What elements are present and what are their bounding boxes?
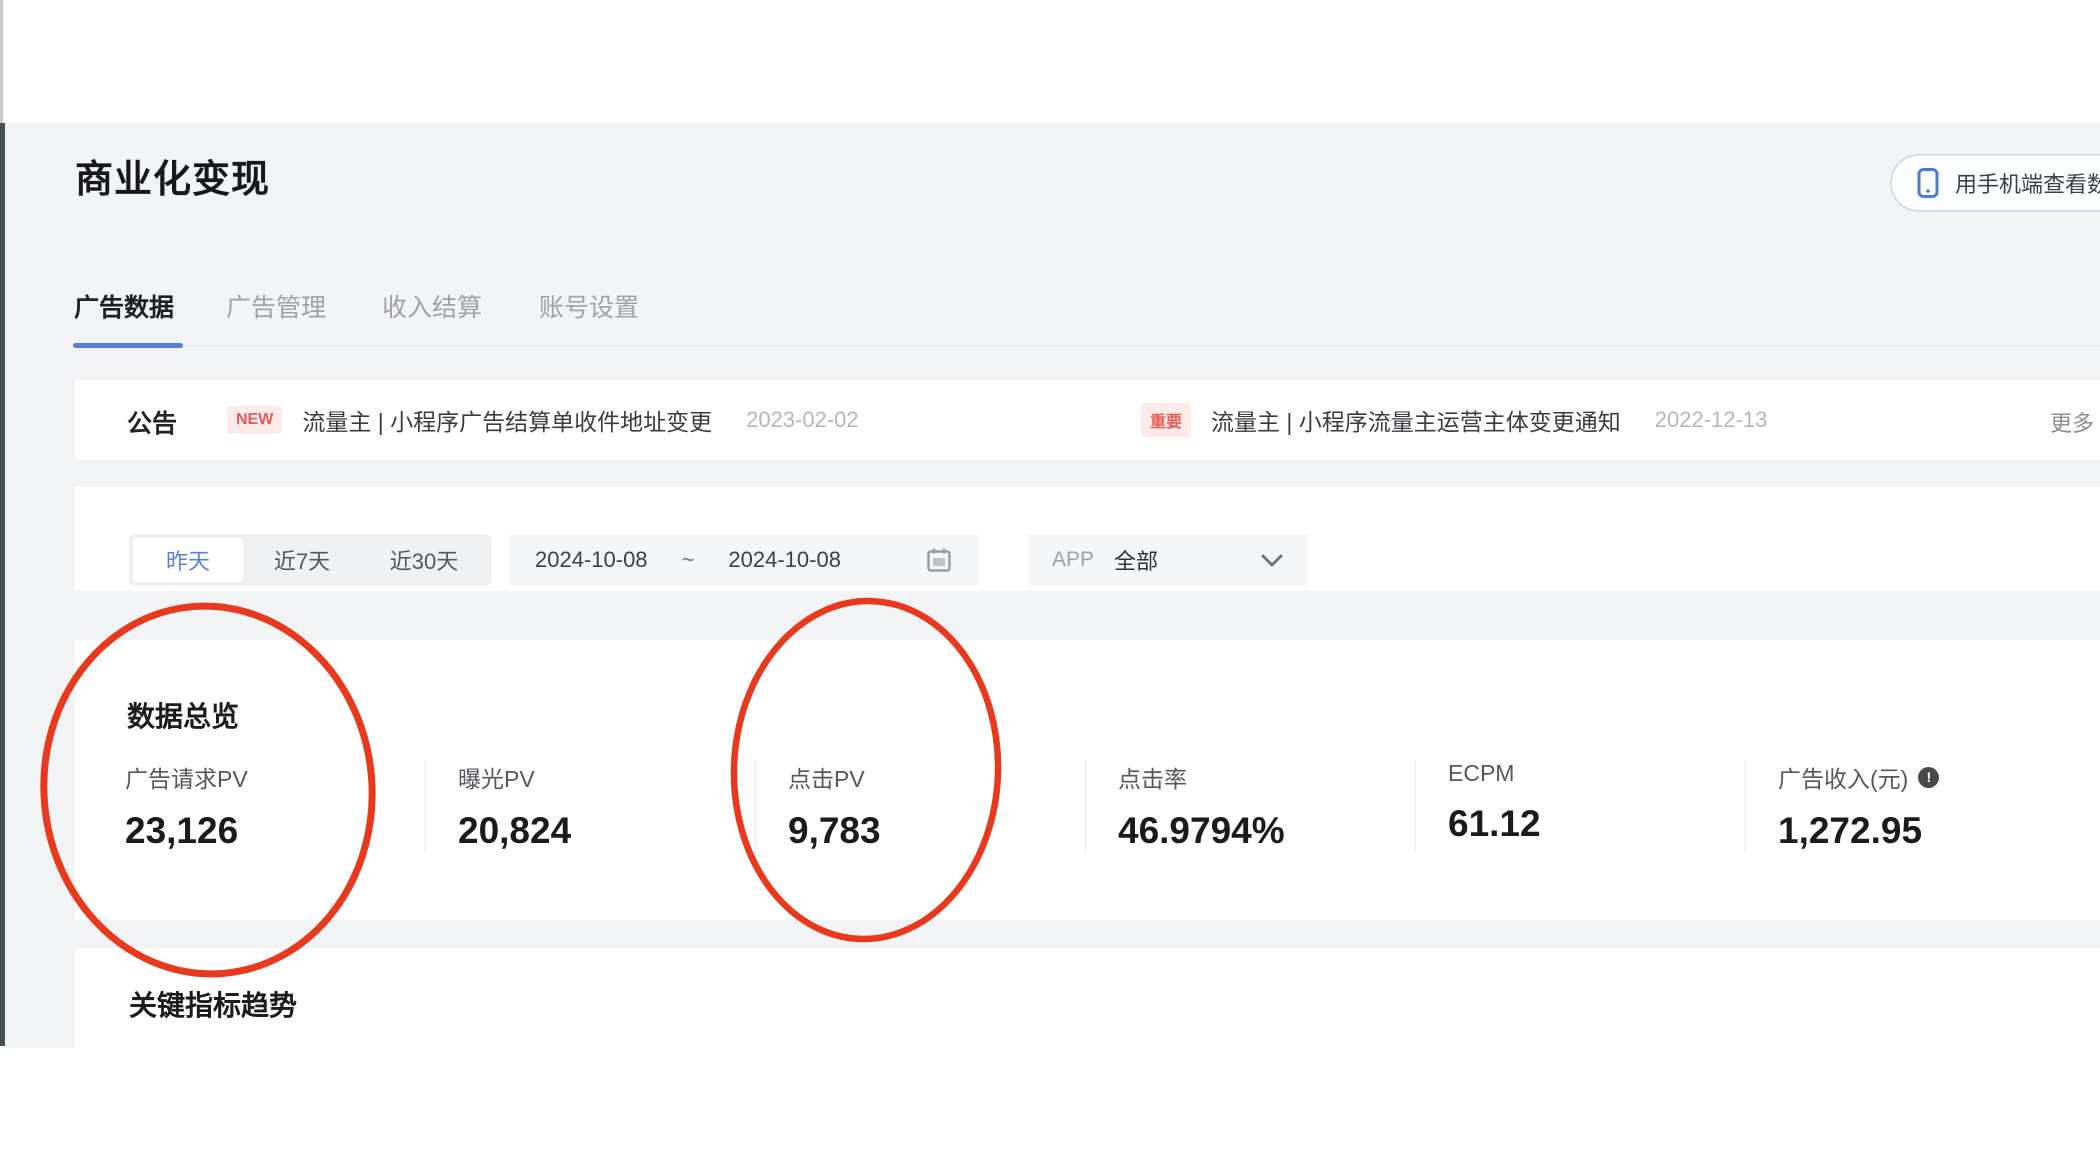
calendar-icon[interactable] xyxy=(925,546,953,574)
metric-label: 点击PV xyxy=(788,766,865,792)
metric-label-wrap: 广告收入(元) xyxy=(1778,760,2075,794)
quick-range-7-days[interactable]: 近7天 xyxy=(243,538,361,582)
metric-ad-request-pv: 广告请求PV 23,126 xyxy=(125,760,425,852)
window-left-edge xyxy=(0,0,3,123)
metric-label: 曝光PV xyxy=(458,766,535,792)
tab-ad-data[interactable]: 广告数据 xyxy=(74,288,174,324)
metric-label: 广告收入(元) xyxy=(1778,766,1909,792)
tab-bar: 广告数据 广告管理 收入结算 账号设置 xyxy=(0,288,2100,348)
date-range-picker[interactable]: 2024-10-08 ~ 2024-10-08 xyxy=(509,534,979,586)
app-filter-label: APP xyxy=(1052,548,1095,571)
metric-exposure-pv: 曝光PV 20,824 xyxy=(425,760,755,852)
tab-bar-divider xyxy=(75,345,2100,346)
info-icon[interactable] xyxy=(1918,766,1940,788)
metric-value: 20,824 xyxy=(458,810,572,851)
more-announcements-link[interactable]: 更多 xyxy=(2050,406,2094,438)
metric-click-rate: 点击率 46.9794% xyxy=(1085,760,1415,852)
mobile-phone-icon xyxy=(1916,167,1940,199)
key-metric-trend-title: 关键指标趋势 xyxy=(129,990,298,1021)
metric-value: 61.12 xyxy=(1448,803,1541,844)
metric-click-pv: 点击PV 9,783 xyxy=(755,760,1085,852)
tab-revenue-settlement[interactable]: 收入结算 xyxy=(382,288,482,324)
metric-label: ECPM xyxy=(1448,760,1515,786)
date-range-start: 2024-10-08 xyxy=(535,547,648,572)
metric-value: 23,126 xyxy=(125,810,239,851)
page-title: 商业化变现 xyxy=(75,159,271,201)
metric-value: 1,272.95 xyxy=(1778,810,1923,851)
active-tab-underline xyxy=(73,343,183,348)
announcement-link[interactable]: 流量主 | 小程序广告结算单收件地址变更 xyxy=(302,403,712,437)
metric-label: 广告请求PV xyxy=(125,766,248,792)
announcement-date: 2023-02-02 xyxy=(746,407,859,432)
quick-range-yesterday[interactable]: 昨天 xyxy=(133,538,243,582)
announcement-date: 2022-12-13 xyxy=(1654,407,1768,432)
view-on-mobile-label: 用手机端查看数 xyxy=(1955,172,2100,197)
filter-card: 昨天 近7天 近30天 2024-10-08 ~ 2024-10-08 APP … xyxy=(75,487,2100,591)
tab-ad-management[interactable]: 广告管理 xyxy=(226,288,326,324)
date-range-end: 2024-10-08 xyxy=(728,547,841,572)
metric-value: 9,783 xyxy=(788,810,881,851)
announcement-section-label: 公告 xyxy=(127,410,178,438)
announcement-card: 公告 NEW 流量主 | 小程序广告结算单收件地址变更 2023-02-02 重… xyxy=(75,380,2100,460)
app-filter-dropdown[interactable]: APP 全部 xyxy=(1028,534,1308,586)
key-metric-trend-card: 关键指标趋势 xyxy=(75,948,2100,1156)
chevron-down-icon xyxy=(1260,553,1284,568)
tab-account-settings[interactable]: 账号设置 xyxy=(539,288,639,324)
announcement-link[interactable]: 流量主 | 小程序流量主运营主体变更通知 xyxy=(1211,403,1621,437)
data-overview-title: 数据总览 xyxy=(127,701,240,732)
quick-date-range-control: 昨天 近7天 近30天 xyxy=(129,534,491,586)
new-badge: NEW xyxy=(227,406,283,434)
quick-range-30-days[interactable]: 近30天 xyxy=(361,538,487,582)
announcement-item: 重要 流量主 | 小程序流量主运营主体变更通知 2022-12-13 xyxy=(1141,380,1767,460)
metric-label: 点击率 xyxy=(1118,766,1187,792)
page: 商业化变现 用手机端查看数 广告数据 广告管理 收入结算 账号设置 公告 NEW… xyxy=(0,0,2100,1156)
metrics-row: 广告请求PV 23,126 曝光PV 20,824 点击PV 9,783 点击率… xyxy=(125,760,2075,852)
app-filter-value: 全部 xyxy=(1114,549,1159,574)
metric-ad-revenue: 广告收入(元) 1,272.95 xyxy=(1745,760,2075,852)
announcement-item: NEW 流量主 | 小程序广告结算单收件地址变更 2023-02-02 xyxy=(227,380,859,460)
metric-ecpm: ECPM 61.12 xyxy=(1415,760,1745,852)
data-overview-card: 数据总览 广告请求PV 23,126 曝光PV 20,824 点击PV 9,78… xyxy=(75,640,2100,920)
important-badge: 重要 xyxy=(1141,403,1192,437)
date-range-separator: ~ xyxy=(681,547,695,572)
view-on-mobile-button[interactable]: 用手机端查看数 xyxy=(1890,154,2100,212)
metric-value: 46.9794% xyxy=(1118,810,1285,851)
